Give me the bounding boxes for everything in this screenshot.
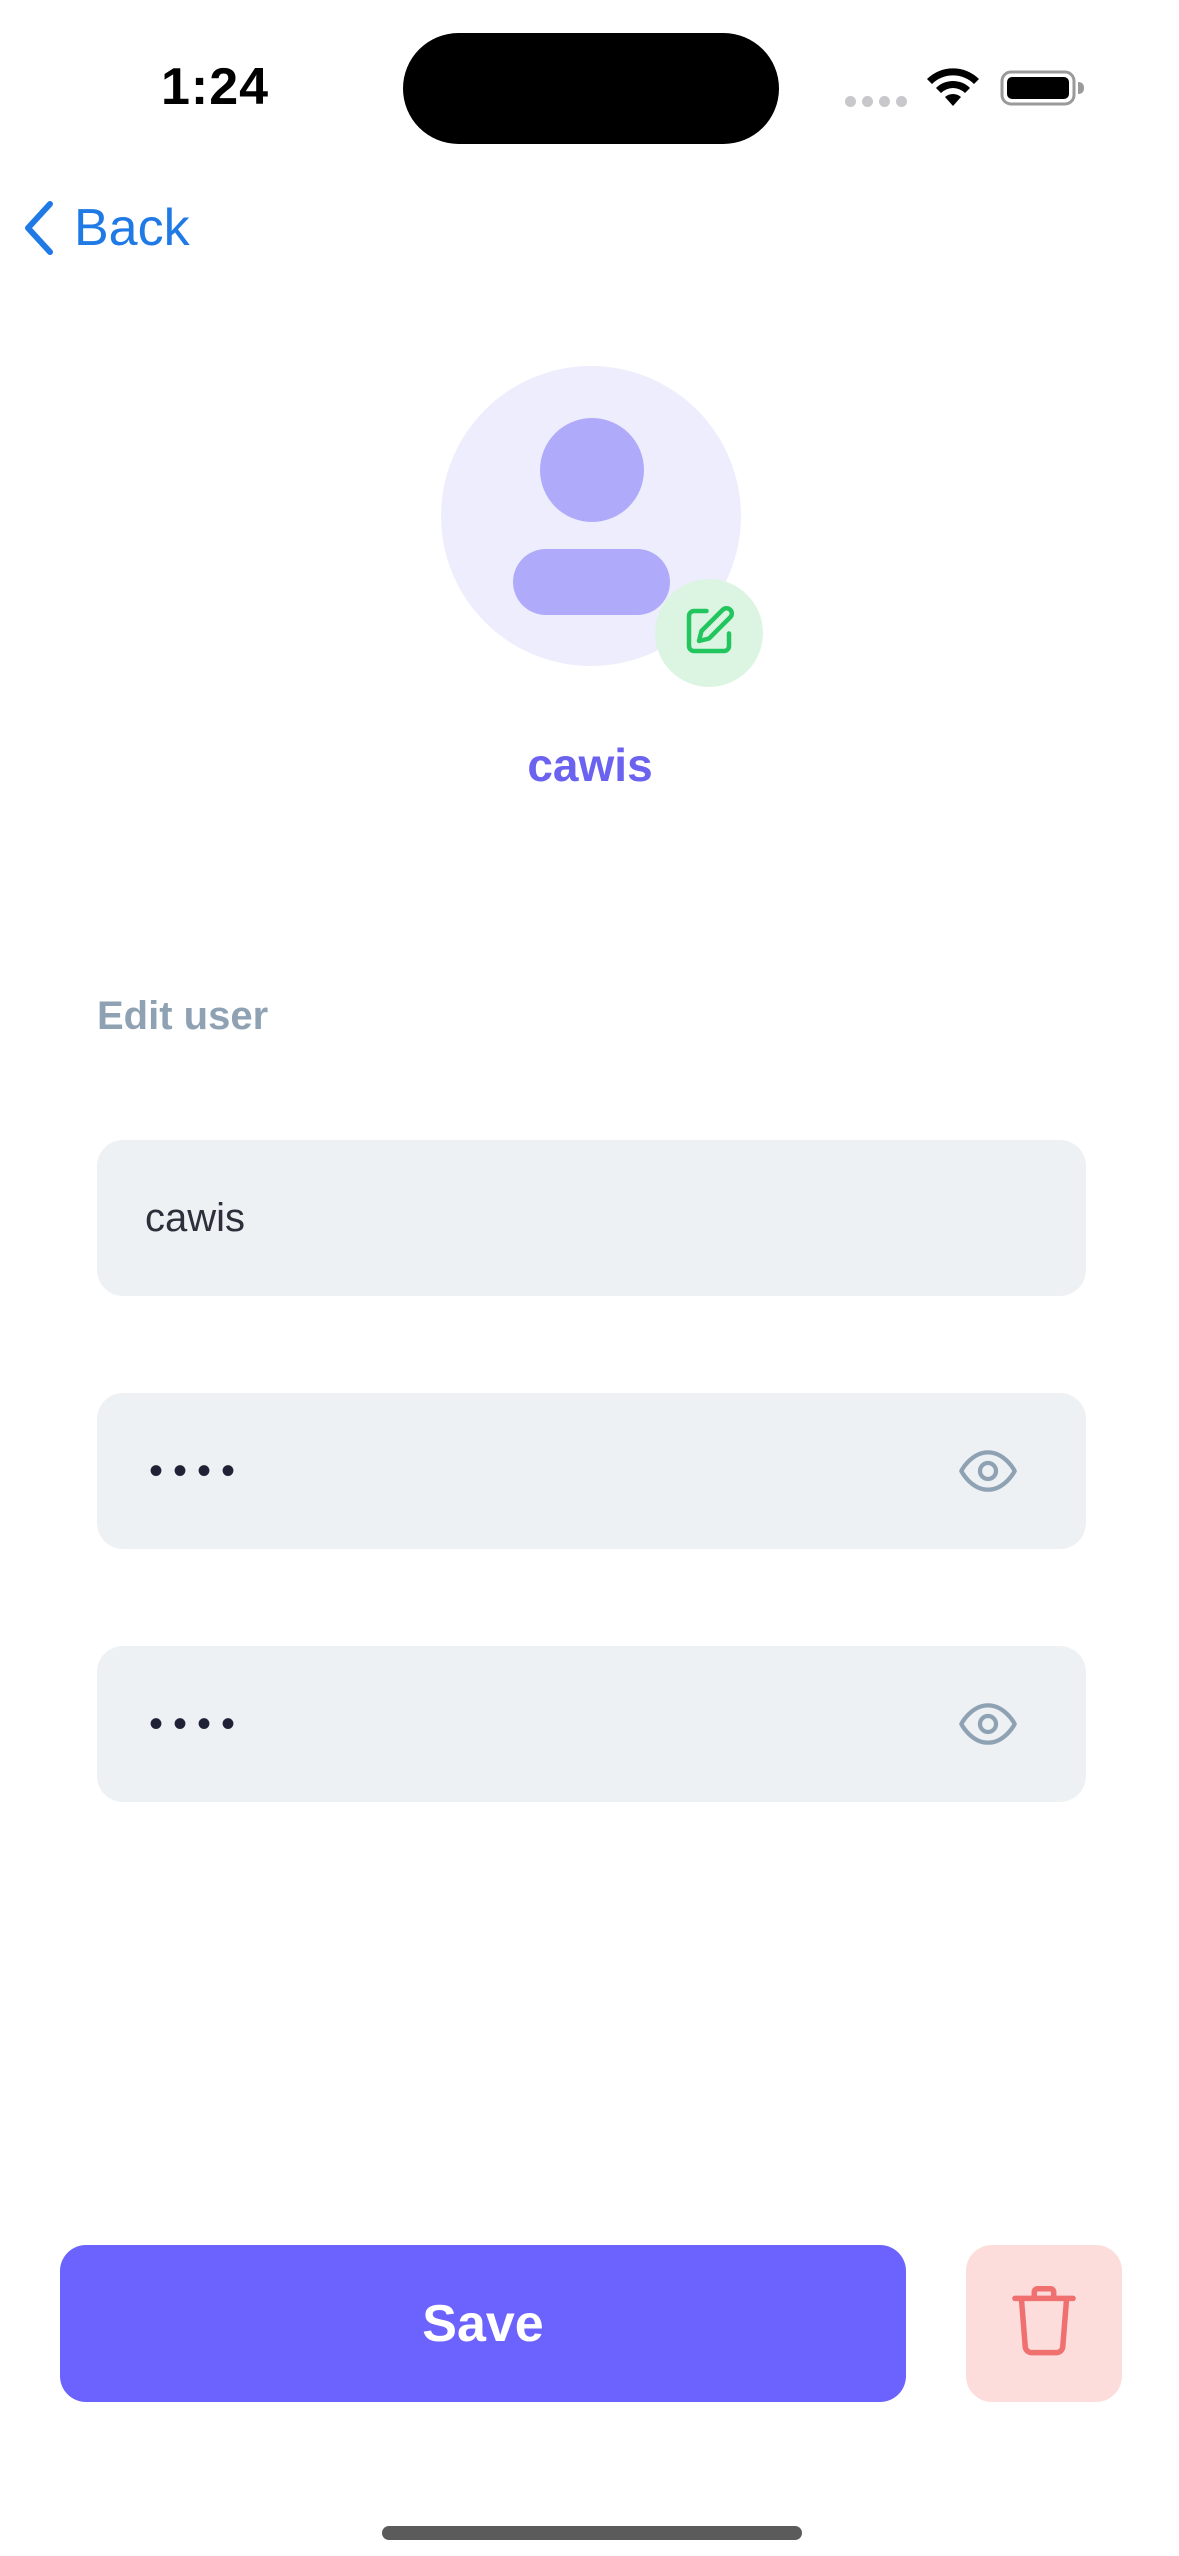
battery-icon	[1000, 66, 1086, 110]
delete-button[interactable]	[966, 2245, 1122, 2402]
home-indicator	[382, 2526, 802, 2540]
confirm-password-field[interactable]: ••••	[97, 1646, 1086, 1802]
password-field[interactable]: ••••	[97, 1393, 1086, 1549]
password-value: ••••	[149, 1448, 246, 1493]
chevron-left-icon	[20, 198, 60, 258]
eye-icon[interactable]	[956, 1692, 1020, 1756]
edit-avatar-button[interactable]	[655, 579, 763, 687]
dynamic-island	[403, 33, 779, 144]
user-icon-head	[540, 418, 644, 522]
wifi-icon	[925, 66, 981, 110]
user-icon-body	[513, 549, 670, 615]
profile-username: cawis	[527, 739, 653, 791]
pencil-square-icon	[679, 601, 739, 666]
confirm-password-value: ••••	[149, 1701, 246, 1746]
back-label: Back	[74, 199, 190, 257]
back-button[interactable]: Back	[20, 190, 220, 266]
save-button[interactable]: Save	[60, 2245, 906, 2402]
cellular-signal-icon	[845, 96, 907, 108]
trash-icon	[1004, 2279, 1084, 2368]
section-label: Edit user	[97, 994, 269, 1038]
username-field[interactable]: cawis	[97, 1140, 1086, 1296]
username-value: cawis	[145, 1195, 246, 1240]
eye-icon[interactable]	[956, 1439, 1020, 1503]
status-time: 1:24	[160, 58, 270, 116]
